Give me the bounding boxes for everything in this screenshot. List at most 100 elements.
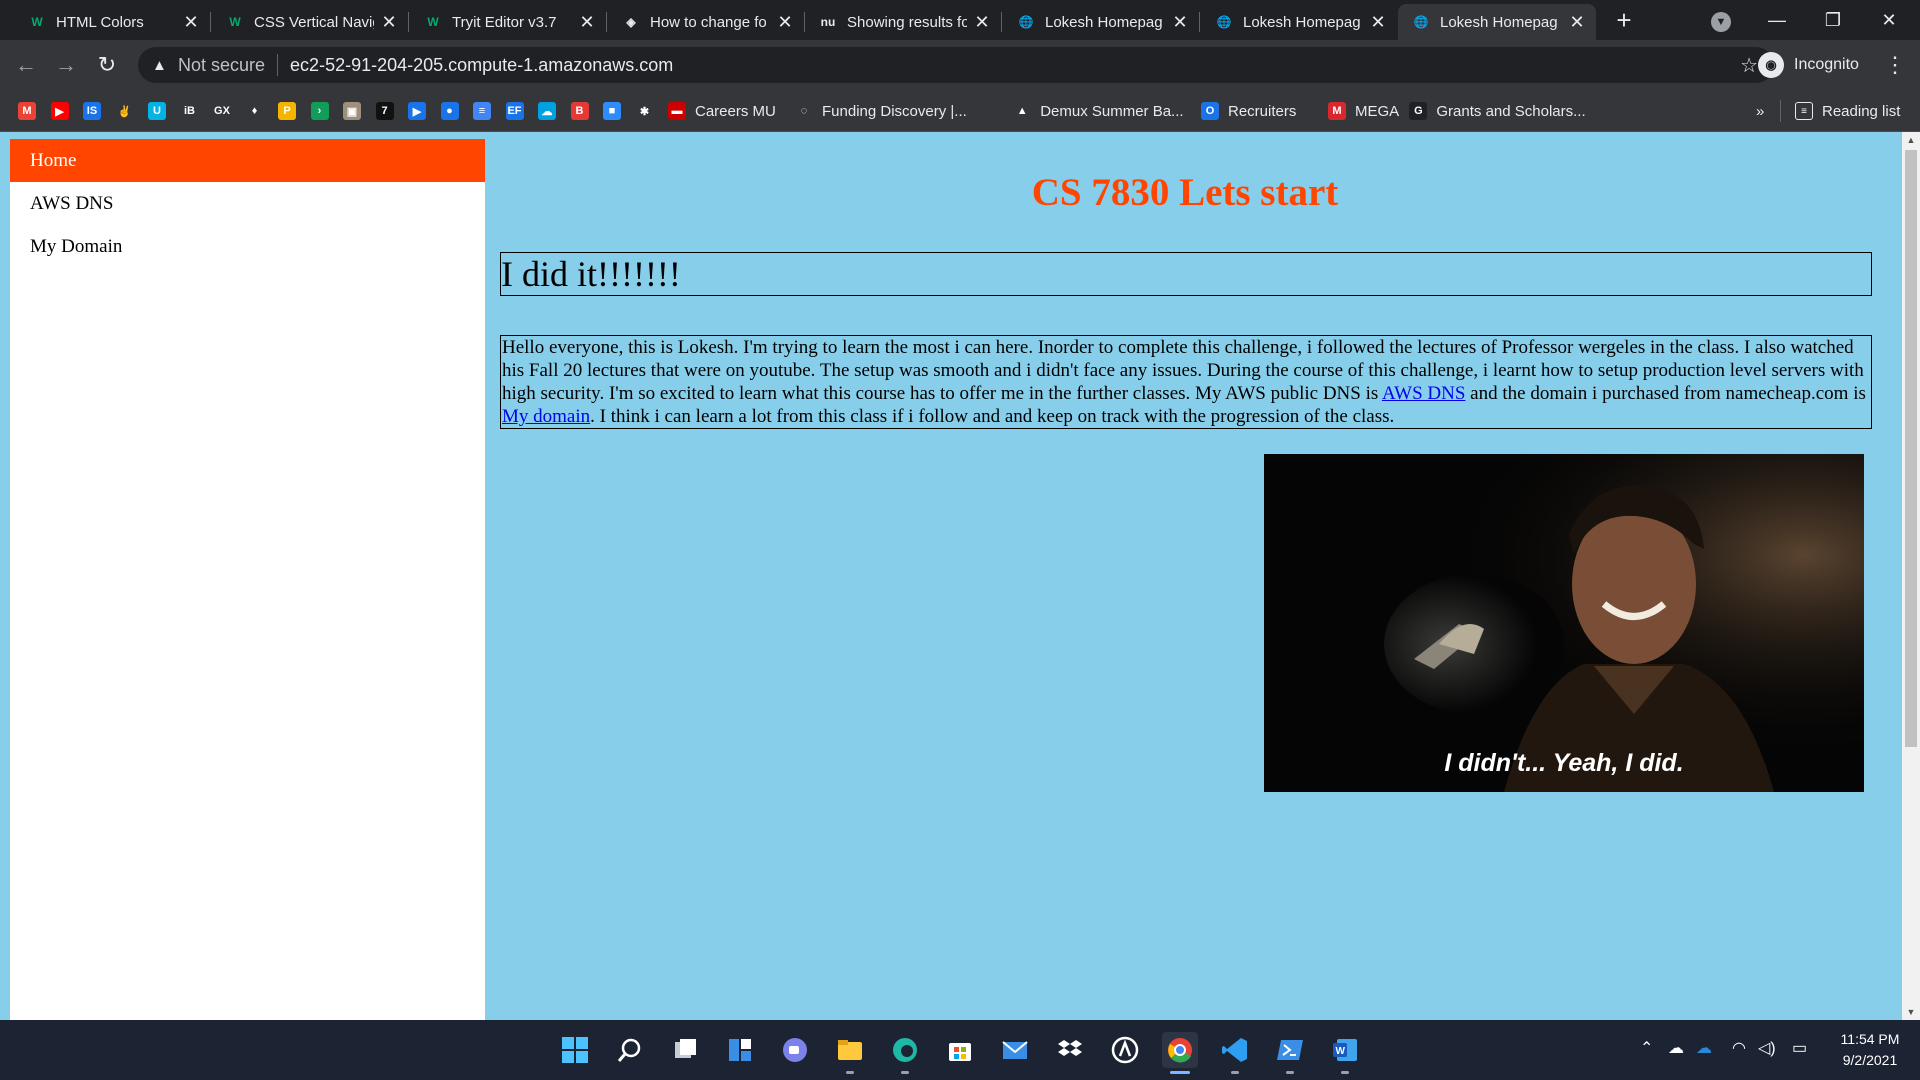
bookmark-item[interactable]: IS: [83, 101, 101, 121]
close-tab-icon[interactable]: ✕: [973, 12, 991, 33]
security-label[interactable]: Not secure: [178, 55, 265, 76]
bookmark-item[interactable]: ▶: [50, 101, 69, 121]
running-indicator: [1286, 1071, 1294, 1074]
bookmark-item[interactable]: ✱: [635, 101, 654, 121]
word-icon[interactable]: W: [1327, 1032, 1363, 1074]
close-tab-icon[interactable]: ✕: [182, 12, 200, 33]
close-tab-icon[interactable]: ✕: [1369, 12, 1387, 33]
task-view-icon[interactable]: [667, 1032, 703, 1068]
widgets-icon[interactable]: [722, 1032, 758, 1068]
bookmark-item[interactable]: ◌ Funding Discovery |...: [795, 101, 967, 121]
warning-icon[interactable]: ▲: [152, 57, 170, 74]
store-icon[interactable]: [942, 1032, 978, 1068]
close-tab-icon[interactable]: ✕: [1568, 12, 1586, 33]
browser-tab[interactable]: nu Showing results fo ✕: [805, 4, 1001, 40]
forward-arrow-icon[interactable]: →: [50, 49, 82, 81]
browser-tab[interactable]: W CSS Vertical Navig ✕: [212, 4, 408, 40]
bookmark-item[interactable]: G Grants and Scholars...: [1409, 101, 1586, 121]
bookmark-item[interactable]: M MEGA: [1328, 101, 1399, 121]
tab-title: Lokesh Homepag: [1243, 13, 1361, 31]
windows-taskbar: ⌃ ☁ ☁ ◠ ◁) ▭ 11:54 PM 9/2/2021 W: [0, 1020, 1920, 1080]
menu-dots-icon[interactable]: ⋮: [1880, 49, 1910, 81]
bookmark-item[interactable]: ●: [440, 101, 459, 121]
tab-search-icon[interactable]: ▼: [1698, 0, 1744, 40]
para-text-2: and the domain i purchased from namechea…: [1465, 383, 1866, 404]
scroll-thumb[interactable]: [1905, 150, 1917, 747]
address-bar[interactable]: ▲ Not secure ec2-52-91-204-205.compute-1…: [138, 47, 1774, 83]
cloud-icon: ☁: [538, 102, 556, 120]
reload-icon[interactable]: ↻: [91, 49, 123, 81]
bookmark-item[interactable]: P: [278, 101, 296, 121]
para-text-3: . I think i can learn a lot from this cl…: [590, 406, 1395, 427]
bookmark-item[interactable]: ☁: [538, 101, 556, 121]
bookmark-item[interactable]: EF: [505, 101, 524, 121]
onedrive-blue-icon[interactable]: ☁: [1696, 1038, 1712, 1058]
close-tab-icon[interactable]: ✕: [1171, 12, 1189, 33]
edge-icon[interactable]: [887, 1032, 923, 1074]
nav-item-my-domain[interactable]: My Domain: [10, 225, 485, 268]
aws-dns-link[interactable]: AWS DNS: [1382, 383, 1465, 404]
browser-tab[interactable]: 🌐 Lokesh Homepag ✕: [1398, 4, 1596, 40]
search-icon[interactable]: [612, 1032, 648, 1068]
back-arrow-icon[interactable]: ←: [10, 49, 42, 81]
chevron-up-icon[interactable]: ⌃: [1640, 1038, 1653, 1058]
battery-icon[interactable]: ▭: [1792, 1038, 1807, 1058]
bookmark-label: Demux Summer Ba...: [1040, 102, 1184, 120]
bookmark-star-icon[interactable]: ☆: [1740, 53, 1758, 78]
bookmark-item[interactable]: ♦: [245, 101, 264, 121]
bookmark-item[interactable]: ≡: [473, 101, 491, 121]
volume-icon[interactable]: ◁): [1758, 1038, 1776, 1058]
bookmark-item[interactable]: ▣: [343, 101, 361, 121]
mail-icon[interactable]: [997, 1032, 1033, 1068]
bookmark-item[interactable]: B: [570, 101, 589, 121]
chrome-icon[interactable]: [1162, 1032, 1198, 1074]
scroll-up-icon[interactable]: ▲: [1902, 132, 1920, 148]
bookmark-item[interactable]: U: [148, 101, 166, 121]
new-tab-icon[interactable]: +: [1610, 6, 1638, 34]
reading-list-button[interactable]: ≡ Reading list: [1795, 101, 1900, 121]
onedrive-white-icon[interactable]: ☁: [1668, 1038, 1684, 1058]
close-window-icon[interactable]: ✕: [1866, 0, 1912, 40]
my-domain-link[interactable]: My domain: [502, 406, 590, 427]
bookmark-item[interactable]: iB: [180, 101, 199, 121]
close-tab-icon[interactable]: ✕: [380, 12, 398, 33]
nav-item-aws-dns[interactable]: AWS DNS: [10, 182, 485, 225]
nav-item-home[interactable]: Home: [10, 139, 485, 182]
browser-tab[interactable]: W HTML Colors ✕: [14, 4, 210, 40]
restore-icon[interactable]: ❐: [1810, 0, 1856, 40]
page-scrollbar[interactable]: ▲ ▼: [1902, 132, 1920, 1020]
bookmark-item[interactable]: ▲ Demux Summer Ba...: [1013, 101, 1184, 121]
bookmark-item[interactable]: GX: [213, 101, 231, 121]
system-clock[interactable]: 11:54 PM 9/2/2021: [1830, 1029, 1910, 1071]
bookmark-item[interactable]: ▬ Careers MU: [668, 101, 776, 121]
file-explorer-icon[interactable]: [832, 1032, 868, 1074]
bookmark-item[interactable]: ›: [310, 101, 329, 121]
bookmark-item[interactable]: 7: [375, 101, 394, 121]
teams-chat-icon[interactable]: [777, 1032, 813, 1068]
powershell-icon[interactable]: [1272, 1032, 1308, 1074]
wifi-icon[interactable]: ◠: [1732, 1038, 1746, 1058]
browser-tab[interactable]: W Tryit Editor v3.7 ✕: [410, 4, 606, 40]
minimize-icon[interactable]: —: [1754, 0, 1800, 40]
clock-time: 11:54 PM: [1840, 1031, 1900, 1047]
incognito-indicator[interactable]: ◉ Incognito: [1758, 49, 1859, 81]
w3schools-icon: W: [427, 15, 439, 29]
app-icon[interactable]: [1107, 1032, 1143, 1068]
vscode-icon[interactable]: [1217, 1032, 1253, 1074]
browser-tab[interactable]: 🌐 Lokesh Homepag ✕: [1201, 4, 1397, 40]
bookmark-item[interactable]: ✌: [115, 101, 134, 121]
start-icon[interactable]: [557, 1032, 593, 1068]
browser-tab[interactable]: 🌐 Lokesh Homepag ✕: [1003, 4, 1199, 40]
browser-tab[interactable]: ◈ How to change fo ✕: [608, 4, 804, 40]
dropbox-icon[interactable]: [1052, 1032, 1088, 1068]
close-tab-icon[interactable]: ✕: [776, 12, 794, 33]
close-tab-icon[interactable]: ✕: [578, 12, 596, 33]
url-text[interactable]: ec2-52-91-204-205.compute-1.amazonaws.co…: [290, 55, 673, 76]
bookmarks-overflow-button[interactable]: »: [1756, 101, 1764, 121]
mu-icon: ▬: [668, 102, 686, 120]
bookmark-item[interactable]: ▶: [408, 101, 426, 121]
bookmark-item[interactable]: O Recruiters: [1201, 101, 1296, 121]
scroll-down-icon[interactable]: ▼: [1902, 1004, 1920, 1020]
bookmark-item[interactable]: ■: [603, 101, 621, 121]
bookmark-item[interactable]: M: [18, 101, 36, 121]
